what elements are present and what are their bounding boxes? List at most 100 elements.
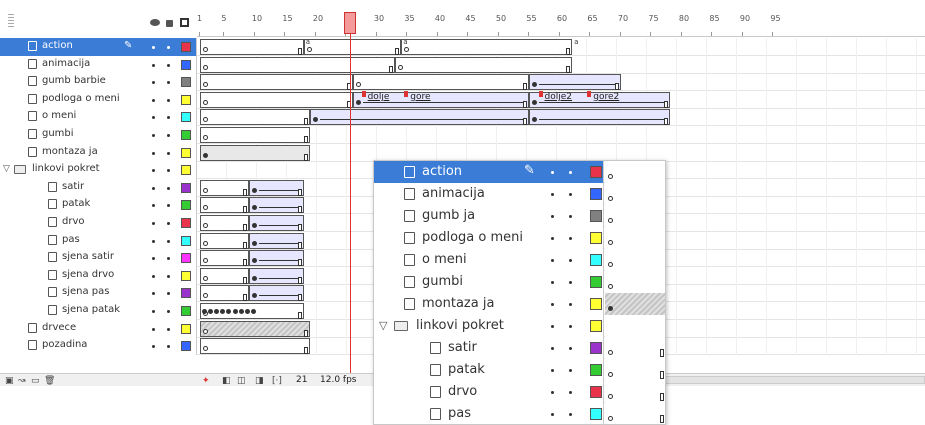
lock-toggle[interactable]: [569, 391, 572, 394]
visibility-toggle[interactable]: [551, 325, 554, 328]
zoom-layer-row[interactable]: podloga o meni: [374, 227, 665, 249]
keyframe[interactable]: [203, 346, 208, 352]
outline-color-swatch[interactable]: [590, 298, 602, 310]
edit-multiple-frames-icon[interactable]: ◨: [255, 376, 264, 386]
folder-disclosure-icon[interactable]: ▽: [3, 164, 10, 174]
onion-outlines-icon[interactable]: ◫: [237, 376, 246, 386]
layer-row[interactable]: montaza ja: [0, 143, 925, 162]
outline-color-swatch[interactable]: [181, 77, 191, 88]
visibility-toggle[interactable]: [551, 281, 554, 284]
frame-span[interactable]: [200, 215, 249, 231]
visibility-toggle[interactable]: [551, 193, 554, 196]
keyframe[interactable]: [203, 275, 208, 281]
frame-span[interactable]: [529, 109, 670, 126]
layer-row[interactable]: animacija: [0, 55, 925, 74]
keyframe[interactable]: [306, 47, 312, 52]
zoom-layer-name-cell[interactable]: o meni: [374, 249, 604, 271]
keyframe[interactable]: [251, 275, 257, 281]
layer-frames[interactable]: [197, 126, 925, 144]
frame-span[interactable]: [200, 285, 249, 302]
lock-toggle[interactable]: [569, 237, 572, 240]
outline-color-swatch[interactable]: [181, 235, 191, 246]
frame-span[interactable]: [200, 144, 310, 161]
layer-name-cell[interactable]: ▽ linkovi pokret: [0, 161, 197, 180]
outline-color-swatch[interactable]: [590, 210, 602, 222]
zoom-layer-row[interactable]: satir: [374, 337, 665, 359]
outline-color-swatch[interactable]: [181, 112, 191, 123]
zoom-layer-frames[interactable]: [605, 315, 665, 337]
keyframe[interactable]: [203, 240, 208, 246]
keyframe[interactable]: [312, 117, 318, 123]
outline-color-swatch[interactable]: [181, 182, 191, 193]
frame-span[interactable]: [200, 56, 396, 73]
layer-name-cell[interactable]: animacija: [0, 55, 197, 74]
keyframe[interactable]: [398, 64, 404, 70]
frame-span[interactable]: [200, 127, 310, 143]
frame-label[interactable]: gore2: [593, 92, 619, 102]
visibility-toggle[interactable]: [551, 369, 554, 372]
lock-toggle[interactable]: [569, 215, 572, 218]
outline-color-swatch[interactable]: [181, 288, 191, 299]
visibility-toggle[interactable]: [152, 257, 155, 261]
lock-toggle[interactable]: [167, 63, 170, 67]
lock-toggle[interactable]: [167, 81, 170, 85]
visibility-toggle[interactable]: [152, 151, 155, 155]
keyframe[interactable]: [251, 240, 257, 246]
zoom-layer-name-cell[interactable]: podloga o meni: [374, 227, 604, 249]
lock-toggle[interactable]: [167, 46, 170, 49]
outline-color-swatch[interactable]: [590, 364, 602, 376]
frame-label[interactable]: gore: [410, 92, 430, 102]
lock-toggle[interactable]: [167, 345, 170, 349]
layer-name-cell[interactable]: sjena patak: [0, 302, 197, 320]
zoom-layer-name-cell[interactable]: satir: [374, 337, 604, 359]
keyframe[interactable]: [203, 82, 208, 88]
frame-label[interactable]: dolje: [368, 92, 390, 102]
layer-name-cell[interactable]: o meni: [0, 108, 197, 127]
lock-toggle[interactable]: [569, 303, 572, 306]
zoom-layer-row[interactable]: gumb ja: [374, 205, 665, 227]
keyframe[interactable]: [202, 309, 207, 314]
keyframe[interactable]: [608, 306, 613, 311]
keyframe[interactable]: [251, 223, 257, 228]
visibility-toggle[interactable]: [551, 347, 554, 350]
layer-name-cell[interactable]: gumbi: [0, 126, 197, 144]
layer-name-cell[interactable]: patak: [0, 196, 197, 215]
zoom-layer-name-cell[interactable]: action ✎: [374, 161, 604, 183]
zoom-layer-frames[interactable]: [605, 403, 665, 424]
zoom-layer-frames[interactable]: [605, 381, 665, 403]
center-frame-icon[interactable]: ✦: [202, 376, 210, 386]
delete-layer-icon[interactable]: 🗑: [44, 376, 55, 386]
keyframe[interactable]: [608, 218, 613, 223]
lock-toggle[interactable]: [569, 413, 572, 416]
keyframe[interactable]: [355, 82, 361, 88]
frame-span[interactable]: [200, 91, 353, 108]
visibility-toggle[interactable]: [152, 327, 155, 331]
outline-color-swatch[interactable]: [590, 232, 602, 244]
motion-guide-icon[interactable]: ↝: [18, 376, 26, 386]
layer-name-cell[interactable]: sjena satir: [0, 249, 197, 268]
keyframe[interactable]: [532, 117, 538, 123]
lock-toggle[interactable]: [167, 151, 170, 155]
visibility-toggle[interactable]: [152, 239, 155, 243]
zoom-layer-name-cell[interactable]: gumb ja: [374, 205, 604, 227]
visibility-toggle[interactable]: [152, 274, 155, 278]
layer-row[interactable]: gumbi: [0, 126, 925, 144]
keyframe[interactable]: [203, 117, 208, 123]
zoom-layer-frames[interactable]: [605, 271, 665, 293]
visibility-toggle[interactable]: [152, 116, 155, 120]
keyframe[interactable]: [608, 196, 613, 201]
frame-span[interactable]: [248, 285, 304, 302]
frame-span[interactable]: [529, 74, 621, 91]
outline-color-swatch[interactable]: [590, 276, 602, 288]
outline-color-swatch[interactable]: [590, 166, 602, 178]
frame-ruler[interactable]: 15101520253035404550556065707580859095: [197, 12, 925, 37]
keyframe[interactable]: [251, 187, 257, 193]
visibility-toggle[interactable]: [551, 413, 554, 416]
zoom-layer-name-cell[interactable]: patak: [374, 359, 604, 381]
frame-span[interactable]: [200, 338, 310, 355]
keyframe[interactable]: [203, 187, 208, 193]
keyframe[interactable]: [251, 205, 257, 211]
keyframe[interactable]: [608, 174, 613, 179]
outline-color-swatch[interactable]: [181, 147, 191, 158]
lock-toggle[interactable]: [167, 98, 170, 102]
